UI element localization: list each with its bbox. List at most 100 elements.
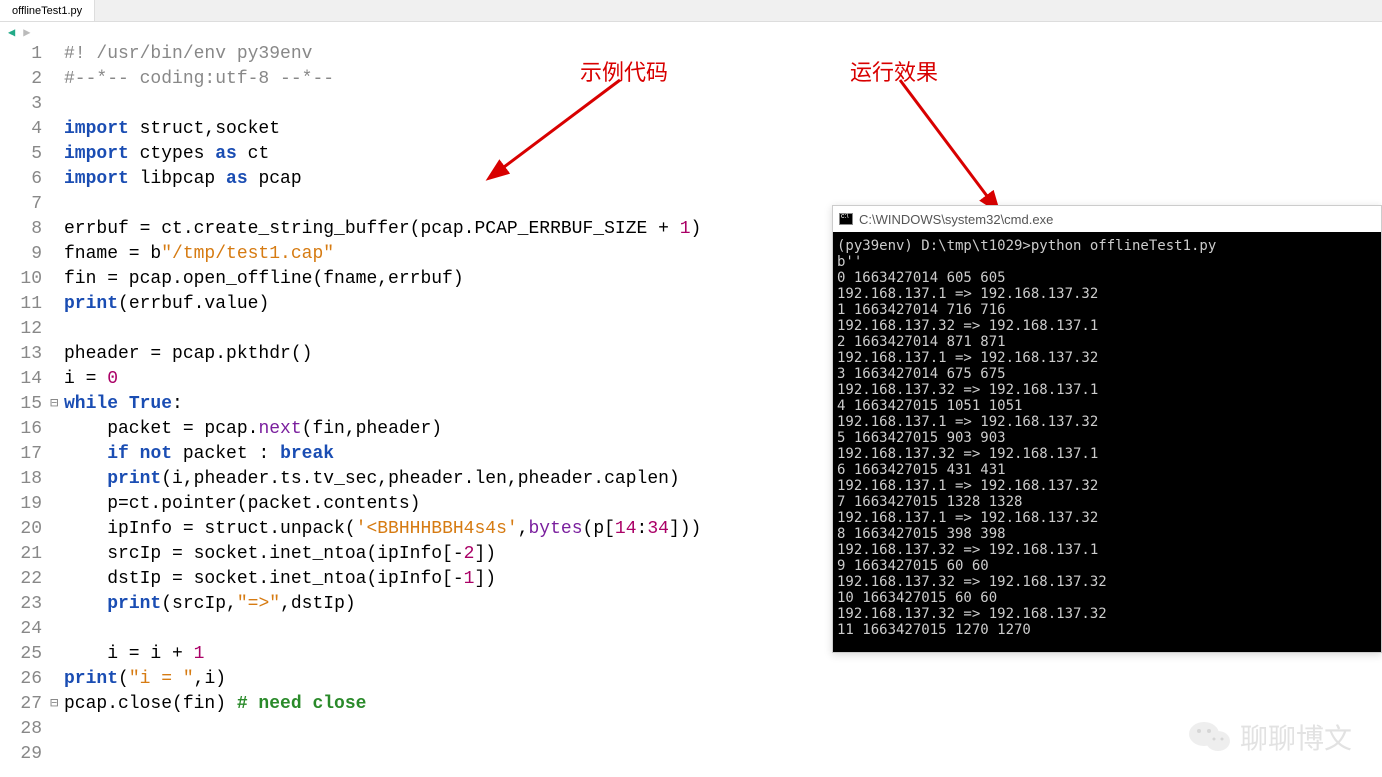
line-number: 4 [0,117,42,142]
fold-marker [50,592,64,617]
line-number-gutter: 1234567891011121314151617181920212223242… [0,42,50,767]
line-number: 24 [0,617,42,642]
line-number: 11 [0,292,42,317]
code-line[interactable]: import struct,socket [64,117,701,142]
code-line[interactable] [64,742,701,767]
line-number: 21 [0,542,42,567]
fold-marker [50,192,64,217]
fold-marker [50,342,64,367]
line-number: 17 [0,442,42,467]
code-line[interactable]: packet = pcap.next(fin,pheader) [64,417,701,442]
watermark-text: 聊聊博文 [1240,717,1352,757]
code-line[interactable]: if not packet : break [64,442,701,467]
fold-marker [50,467,64,492]
nav-arrows: ◀ ▶ [0,22,1382,42]
fold-marker [50,117,64,142]
code-line[interactable]: i = 0 [64,367,701,392]
fold-marker [50,67,64,92]
code-line[interactable]: errbuf = ct.create_string_buffer(pcap.PC… [64,217,701,242]
code-line[interactable]: pheader = pcap.pkthdr() [64,342,701,367]
fold-marker [50,417,64,442]
cmd-titlebar[interactable]: C:\WINDOWS\system32\cmd.exe [833,206,1381,232]
line-number: 1 [0,42,42,67]
code-area[interactable]: #! /usr/bin/env py39env#--*-- coding:utf… [64,42,701,767]
fold-marker [50,367,64,392]
code-line[interactable]: dstIp = socket.inet_ntoa(ipInfo[-1]) [64,567,701,592]
fold-marker [50,567,64,592]
fold-marker [50,492,64,517]
code-line[interactable]: print(i,pheader.ts.tv_sec,pheader.len,ph… [64,467,701,492]
line-number: 28 [0,717,42,742]
fold-marker [50,92,64,117]
fold-marker [50,517,64,542]
fold-column: ⊟ ⊟ [50,42,64,767]
fold-marker [50,142,64,167]
code-line[interactable]: import ctypes as ct [64,142,701,167]
fold-marker[interactable]: ⊟ [50,392,64,417]
fold-marker [50,267,64,292]
line-number: 6 [0,167,42,192]
line-number: 15 [0,392,42,417]
code-line[interactable]: print("i = ",i) [64,667,701,692]
fold-marker[interactable]: ⊟ [50,692,64,717]
line-number: 8 [0,217,42,242]
cmd-window: C:\WINDOWS\system32\cmd.exe (py39env) D:… [832,205,1382,653]
annotation-right: 运行效果 [850,55,938,87]
watermark: 聊聊博文 [1188,717,1352,757]
line-number: 10 [0,267,42,292]
code-line[interactable]: print(errbuf.value) [64,292,701,317]
line-number: 19 [0,492,42,517]
line-number: 25 [0,642,42,667]
cmd-output[interactable]: (py39env) D:\tmp\t1029>python offlineTes… [833,232,1381,652]
code-line[interactable]: fname = b"/tmp/test1.cap" [64,242,701,267]
line-number: 18 [0,467,42,492]
file-tab[interactable]: offlineTest1.py [0,0,95,21]
code-line[interactable]: print(srcIp,"=>",dstIp) [64,592,701,617]
fold-marker [50,242,64,267]
line-number: 20 [0,517,42,542]
nav-forward-icon[interactable]: ▶ [23,25,30,40]
line-number: 3 [0,92,42,117]
fold-marker [50,742,64,767]
code-line[interactable]: fin = pcap.open_offline(fname,errbuf) [64,267,701,292]
code-line[interactable] [64,92,701,117]
code-line[interactable]: pcap.close(fin) # need close [64,692,701,717]
fold-marker [50,292,64,317]
code-line[interactable] [64,717,701,742]
code-line[interactable]: while True: [64,392,701,417]
fold-marker [50,442,64,467]
code-line[interactable]: p=ct.pointer(packet.contents) [64,492,701,517]
line-number: 12 [0,317,42,342]
line-number: 13 [0,342,42,367]
line-number: 14 [0,367,42,392]
fold-marker [50,317,64,342]
code-line[interactable]: srcIp = socket.inet_ntoa(ipInfo[-2]) [64,542,701,567]
fold-marker [50,42,64,67]
line-number: 7 [0,192,42,217]
code-line[interactable] [64,317,701,342]
fold-marker [50,217,64,242]
fold-marker [50,717,64,742]
code-line[interactable] [64,192,701,217]
fold-marker [50,542,64,567]
fold-marker [50,642,64,667]
tab-bar: offlineTest1.py [0,0,1382,22]
fold-marker [50,617,64,642]
tab-label: offlineTest1.py [12,5,82,17]
code-line[interactable]: i = i + 1 [64,642,701,667]
cmd-title-text: C:\WINDOWS\system32\cmd.exe [859,212,1053,227]
wechat-icon [1188,719,1232,755]
line-number: 2 [0,67,42,92]
code-line[interactable]: import libpcap as pcap [64,167,701,192]
line-number: 26 [0,667,42,692]
code-line[interactable] [64,617,701,642]
code-line[interactable]: ipInfo = struct.unpack('<BBHHHBBH4s4s',b… [64,517,701,542]
fold-marker [50,167,64,192]
line-number: 9 [0,242,42,267]
cmd-icon [839,213,853,225]
line-number: 27 [0,692,42,717]
fold-marker [50,667,64,692]
line-number: 29 [0,742,42,767]
nav-back-icon[interactable]: ◀ [8,25,15,40]
line-number: 23 [0,592,42,617]
